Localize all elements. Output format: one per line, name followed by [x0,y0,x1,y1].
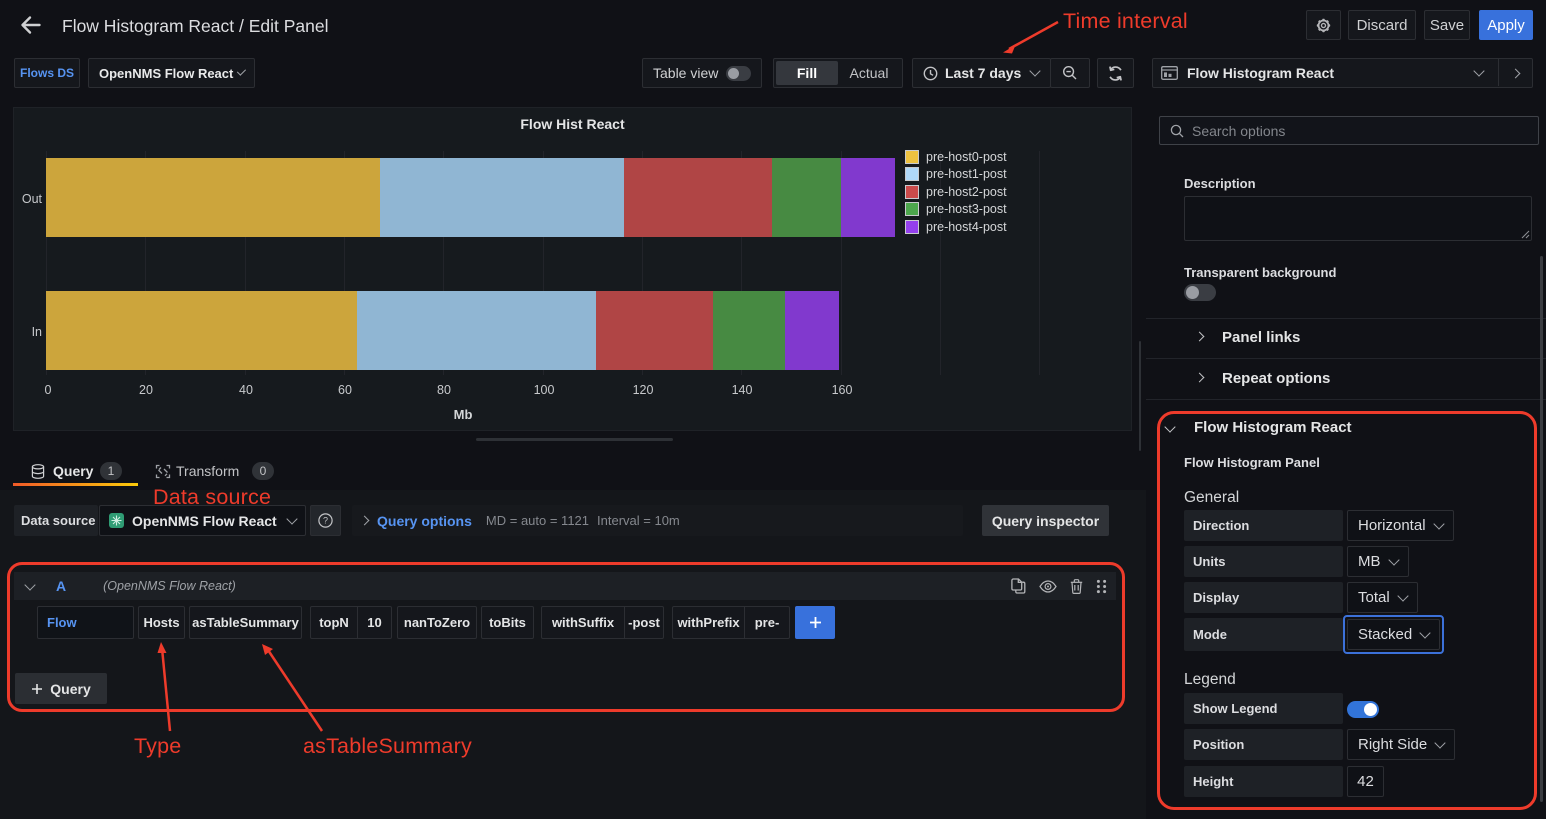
svg-text:?: ? [323,516,328,526]
